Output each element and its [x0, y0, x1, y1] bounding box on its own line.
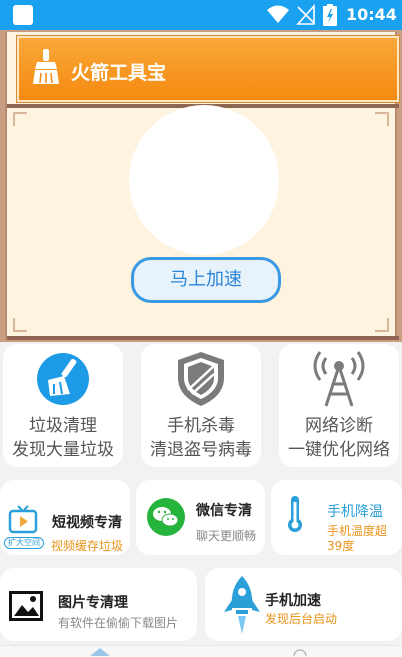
shield-icon: [178, 352, 224, 406]
thermometer-icon: [288, 496, 302, 532]
header-panel: 火箭工具宝 马上加速: [5, 32, 399, 340]
home-tab-icon[interactable]: [90, 648, 110, 656]
expand-space-badge: 扩大空间: [4, 537, 44, 549]
accelerate-button[interactable]: 马上加速: [131, 257, 281, 303]
image-icon: [9, 591, 43, 621]
broom-circle-icon: [37, 353, 89, 405]
signal-tower-icon: [313, 351, 365, 407]
tool-subtitle: 聊天更顺畅: [196, 529, 257, 543]
corner-ornament: [375, 318, 389, 332]
corner-ornament: [13, 318, 27, 332]
battery-charging-icon: [323, 4, 337, 26]
tool-title: 网络诊断: [305, 416, 373, 436]
tool-title: 手机杀毒: [167, 416, 235, 436]
tool-subtitle: 清退盗号病毒: [150, 440, 252, 460]
app-title: 火箭工具宝: [71, 62, 167, 84]
tool-title: 手机降温: [327, 504, 383, 520]
no-signal-icon: [296, 4, 315, 25]
title-bar: 火箭工具宝: [17, 36, 399, 102]
tv-play-icon: [8, 505, 38, 534]
tool-subtitle-line2: 39度: [327, 539, 355, 553]
broom-icon: [33, 49, 59, 84]
wifi-icon: [267, 5, 289, 23]
divider: [7, 336, 399, 340]
bottom-nav: [0, 645, 402, 657]
corner-ornament: [375, 112, 389, 126]
tool-card-network[interactable]: 网络诊断 一键优化网络: [279, 344, 399, 467]
rocket-icon: [224, 576, 260, 634]
clock-time: 10:44: [346, 5, 397, 24]
tool-card-speed-up[interactable]: 手机加速 发现后台启动: [205, 568, 402, 641]
app-square-icon: [13, 5, 33, 25]
speed-circle: [129, 105, 279, 255]
corner-ornament: [13, 112, 27, 126]
tool-title: 短视频专清: [52, 515, 122, 531]
tool-card-junk-clean[interactable]: 垃圾清理 发现大量垃圾: [3, 344, 123, 467]
tool-title: 图片专清理: [58, 595, 128, 611]
status-bar: 10:44: [0, 0, 402, 30]
tool-card-antivirus[interactable]: 手机杀毒 清退盗号病毒: [141, 344, 261, 467]
tool-subtitle: 发现后台启动: [265, 612, 338, 626]
tool-title: 垃圾清理: [29, 416, 97, 436]
tool-card-wechat[interactable]: 微信专清 聊天更顺畅: [136, 480, 265, 555]
profile-tab-icon[interactable]: [292, 648, 308, 656]
tool-subtitle: 发现大量垃圾: [12, 440, 114, 460]
tool-title: 微信专清: [196, 503, 252, 519]
tool-card-short-video[interactable]: 扩大空间 短视频专清 视频缓存垃圾: [0, 480, 130, 555]
tool-card-cooling[interactable]: 手机降温 手机温度超 39度: [271, 480, 402, 555]
header-frame: 火箭工具宝 马上加速: [0, 30, 402, 342]
tool-subtitle: 视频缓存垃圾: [51, 539, 124, 553]
tool-card-image-clean[interactable]: 图片专清理 有软件在偷偷下载图片: [0, 568, 197, 641]
tool-subtitle: 有软件在偷偷下载图片: [58, 616, 179, 630]
tool-title: 手机加速: [265, 593, 321, 609]
tool-subtitle: 一键优化网络: [288, 440, 390, 460]
wechat-icon: [147, 498, 185, 536]
